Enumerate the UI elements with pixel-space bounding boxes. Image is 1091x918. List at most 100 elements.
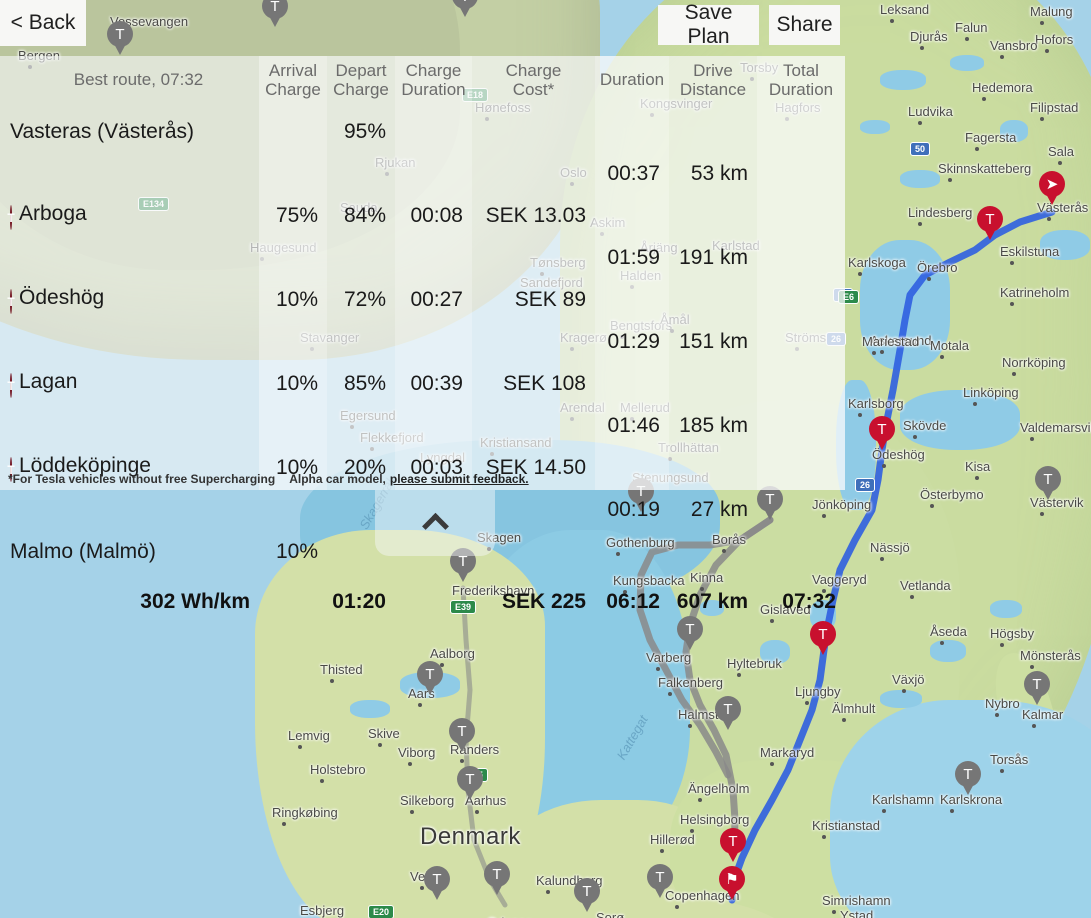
map-city-dot — [1047, 217, 1051, 221]
map-pin-tesla[interactable]: T — [262, 0, 288, 27]
leg-empty-cell-2 — [757, 330, 845, 354]
route-stop-row[interactable]: Ödeshög 10% 72% 00:27 SEK 89 — [0, 270, 845, 330]
map-city-dot — [410, 810, 414, 814]
map-pin-navigation-arrow[interactable]: ➤ — [1039, 171, 1065, 205]
map-place-label: Motala — [930, 338, 970, 353]
submit-feedback-link[interactable]: please submit feedback. — [386, 472, 529, 486]
column-header-total-duration: Total Duration — [757, 56, 845, 102]
stop-arrival-charge: 10% — [275, 540, 318, 563]
map-city-dot — [1030, 665, 1034, 669]
map-city-dot — [918, 121, 922, 125]
map-city-dot — [737, 673, 741, 677]
map-pin-tesla[interactable]: T — [977, 206, 1003, 240]
route-stop-row[interactable]: Vasteras (Västerås) 95% — [0, 102, 845, 162]
column-header-depart-charge: Depart Charge — [327, 56, 395, 102]
leg-empty-cell — [259, 330, 327, 354]
tesla-icon: T — [452, 0, 478, 9]
map-place-label: Esbjerg — [300, 903, 345, 918]
header-line-1: Charge — [505, 60, 562, 80]
back-button[interactable]: < Back — [0, 0, 86, 46]
pin-head: T — [452, 0, 478, 9]
leg-empty-cell — [259, 498, 327, 522]
map-place-label: Vetlanda — [900, 578, 951, 593]
map-city-dot — [668, 692, 672, 696]
map-place-label: Örebro — [917, 260, 958, 275]
header-line-1: Total — [783, 60, 819, 80]
route-stop-row[interactable]: Arboga 75% 84% 00:08 SEK 13.03 — [0, 186, 845, 246]
map-pin-tesla[interactable]: T — [869, 416, 895, 450]
header-line-2: Charge — [333, 80, 389, 99]
map-city-dot — [1040, 117, 1044, 121]
leg-duration: 01:29 — [607, 330, 660, 353]
map-city-dot — [913, 435, 917, 439]
route-leg-row: 01:46 185 km — [0, 414, 845, 438]
map-place-label: Falun — [955, 20, 988, 35]
map-city-dot — [965, 37, 969, 41]
stop-arrival-charge: 10% — [275, 372, 318, 395]
map-pin-tesla[interactable]: T — [715, 696, 741, 730]
highway-shield: 26 — [855, 478, 876, 492]
map-place-label: Kalmar — [1022, 707, 1064, 722]
save-plan-button[interactable]: Save Plan — [658, 1, 759, 48]
stop-depart-charge: 85% — [343, 372, 386, 395]
collapse-panel-button[interactable] — [375, 490, 495, 556]
map-pin-finish-flag[interactable]: ⚑ — [719, 866, 745, 900]
map-pin-tesla[interactable]: T — [574, 878, 600, 912]
map-city-dot — [1030, 437, 1034, 441]
map-city-dot — [982, 97, 986, 101]
map-pin-tesla[interactable]: T — [457, 766, 483, 800]
map-city-dot — [1012, 372, 1016, 376]
route-leg-row: 01:29 151 km — [0, 330, 845, 354]
map-city-dot — [1010, 302, 1014, 306]
leg-empty-cell — [472, 330, 595, 354]
tesla-icon: T — [723, 700, 733, 718]
map-pin-tesla[interactable]: T — [449, 718, 475, 752]
map-city-dot — [890, 19, 894, 23]
map-city-dot — [882, 464, 886, 468]
map-place-label: Hedemora — [972, 80, 1033, 95]
column-header-charge-duration: Charge Duration — [395, 56, 472, 102]
navigation-arrow-icon: ➤ — [1045, 175, 1059, 193]
pin-head: ⚑ — [719, 866, 745, 892]
panel-footnote: *For Tesla vehicles without free Superch… — [0, 468, 845, 490]
map-pin-tesla[interactable]: T — [1035, 466, 1061, 500]
map-pin-tesla[interactable]: T — [417, 661, 443, 695]
map-place-label: Kisa — [965, 459, 991, 474]
pin-head: T — [424, 866, 450, 892]
map-place-label: Thisted — [320, 662, 363, 677]
map-place-label: Skövde — [903, 418, 947, 433]
map-city-dot — [927, 277, 931, 281]
map-place-label: Ystad — [840, 908, 874, 918]
stop-name-label: Malmo (Malmö) — [10, 540, 156, 563]
stop-empty-cell — [757, 102, 845, 162]
route-table-footer: 302 Wh/km 01:20 SEK 225 06:12 607 km 07:… — [0, 582, 845, 622]
tesla-icon: T — [115, 25, 125, 43]
map-city-dot — [282, 822, 286, 826]
map-pin-tesla[interactable]: T — [452, 0, 478, 17]
map-place-label: Ljungby — [795, 684, 841, 699]
leg-empty-cell — [327, 246, 395, 270]
header-line-2: Distance — [679, 80, 747, 99]
map-place-label: Vansbro — [990, 38, 1038, 53]
route-stop-row[interactable]: Lagan 10% 85% 00:39 SEK 108 — [0, 354, 845, 414]
map-pin-tesla[interactable]: T — [955, 761, 981, 795]
map-pin-tesla[interactable]: T — [107, 21, 133, 55]
stop-empty-cell — [757, 354, 845, 414]
map-place-label: Älmhult — [832, 701, 876, 716]
map-place-label: Skive — [368, 726, 400, 741]
map-pin-tesla[interactable]: T — [424, 866, 450, 900]
map-pin-tesla[interactable]: T — [484, 861, 510, 895]
map-place-label: Karlskoga — [848, 255, 906, 270]
map-pin-tesla[interactable]: T — [720, 828, 746, 862]
share-button[interactable]: Share — [769, 5, 840, 45]
map-pin-tesla[interactable]: T — [1024, 671, 1050, 705]
stop-name-cell: Arboga — [0, 186, 259, 246]
pin-head: T — [262, 0, 288, 19]
pin-head: T — [484, 861, 510, 887]
map-pin-tesla[interactable]: T — [810, 621, 836, 655]
column-header-drive-distance: Drive Distance — [669, 56, 757, 102]
leg-empty-cell-2 — [757, 162, 845, 186]
map-pin-tesla[interactable]: T — [647, 864, 673, 898]
tesla-icon: T — [425, 665, 435, 683]
map-place-label: Viborg — [398, 745, 436, 760]
